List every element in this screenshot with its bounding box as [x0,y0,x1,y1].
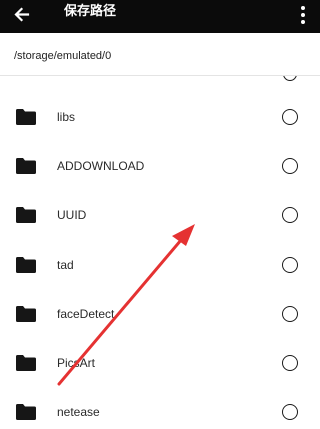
folder-name: tad [57,257,74,272]
screen: 保存路径 /storage/emulated/0 libs ADDOWNLOAD U… [0,0,320,429]
folder-name: PicsArt [57,356,96,370]
page-title: 保存路径 [64,4,117,19]
folder-name: faceDetect [57,306,115,321]
folder-name: libs [57,110,76,124]
folder-icon [16,404,36,421]
back-button[interactable] [8,2,36,30]
radio-button[interactable] [282,305,298,322]
list-item[interactable]: UUID [0,191,320,240]
more-vertical-icon [301,6,305,10]
folder-icon [16,305,36,322]
list-item[interactable]: faceDetect [0,290,320,339]
folder-icon [16,256,36,273]
list-item[interactable]: libs [0,93,320,142]
folder-icon [16,109,36,125]
folder-name: ADDOWNLOAD [57,159,145,174]
radio-button[interactable] [282,256,298,273]
folder-name: UUID [57,208,87,223]
folder-icon [16,158,36,175]
folder-list[interactable]: libs ADDOWNLOAD UUID tad faceDetect PicsArt ne… [0,76,320,429]
radio-button[interactable] [282,355,298,371]
list-item[interactable]: PicsArt [0,339,320,388]
radio-button[interactable] [282,404,298,421]
more-options-button[interactable] [296,4,310,28]
arrow-left-icon [14,7,30,22]
radio-button[interactable] [283,76,297,81]
folder-icon [16,207,36,224]
list-item[interactable]: netease [0,388,320,429]
breadcrumb: /storage/emulated/0 [0,33,320,75]
app-bar: 保存路径 [0,0,320,33]
radio-button[interactable] [282,207,298,224]
folder-name: netease [57,405,100,420]
folder-icon [16,355,36,371]
current-path: /storage/emulated/0 [14,50,112,62]
radio-button[interactable] [282,158,298,175]
list-item[interactable]: tad [0,241,320,290]
list-item[interactable]: ADDOWNLOAD [0,142,320,191]
radio-button[interactable] [282,109,298,125]
